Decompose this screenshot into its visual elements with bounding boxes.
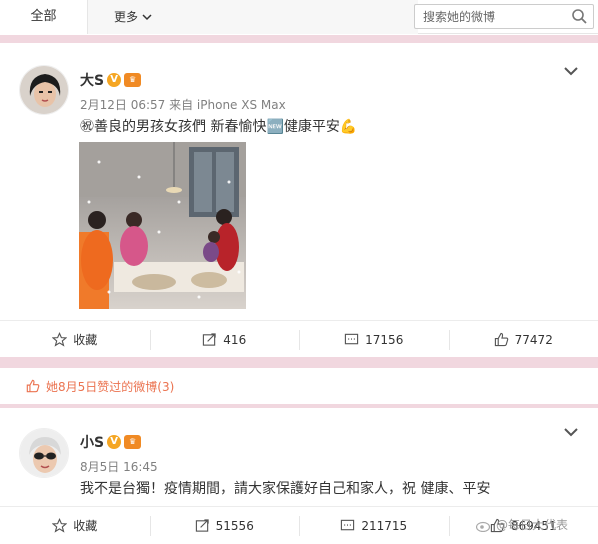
thumbs-up-icon — [494, 332, 509, 347]
post-meta: 8月5日 16:45 — [80, 458, 158, 475]
search-box — [414, 4, 594, 29]
star-icon — [52, 332, 67, 347]
author-name[interactable]: 小S — [80, 432, 104, 452]
weibo-post: 大S V ♛ 2月12日 06:57 来自 iPhone XS Max ㊗善良的… — [0, 43, 598, 357]
comment-button[interactable]: 17156 — [299, 321, 449, 358]
like-button[interactable]: 77472 — [449, 321, 598, 358]
chevron-down-icon — [142, 13, 152, 21]
tab-more[interactable]: 更多 — [114, 0, 152, 34]
repost-count: 416 — [223, 333, 246, 347]
author-name[interactable]: 大S — [80, 70, 104, 90]
author-name-row: 小S V ♛ — [80, 432, 141, 452]
comment-button[interactable]: 211715 — [299, 507, 449, 544]
post-actions: 收藏 416 17156 77472 — [0, 320, 598, 358]
liked-posts-header[interactable]: 她8月5日赞过的微博(3) — [0, 368, 598, 404]
favorite-button[interactable]: 收藏 — [0, 321, 150, 358]
avatar[interactable] — [19, 65, 69, 115]
watermark-text: @每日大代表 — [496, 516, 568, 533]
favorite-button[interactable]: 收藏 — [0, 507, 150, 544]
vip-crown-icon[interactable]: ♛ — [124, 435, 141, 449]
separator — [0, 35, 598, 43]
tab-more-label: 更多 — [114, 0, 138, 34]
separator — [0, 357, 598, 368]
author-name-row: 大S V ♛ — [80, 70, 141, 90]
repost-icon — [202, 332, 217, 347]
post-photo[interactable] — [79, 142, 246, 309]
star-icon — [52, 518, 67, 533]
tab-bar-background: 更多 — [88, 0, 418, 34]
verified-badge-icon[interactable]: V — [107, 73, 121, 87]
post-meta: 2月12日 06:57 来自 iPhone XS Max — [80, 96, 286, 113]
post-text: ㊗善良的男孩女孩們 新春愉快🆕健康平安💪 — [80, 116, 357, 136]
repost-button[interactable]: 51556 — [150, 507, 300, 544]
repost-count: 51556 — [216, 519, 254, 533]
repost-button[interactable]: 416 — [150, 321, 300, 358]
comment-count: 17156 — [365, 333, 403, 347]
watermark: @每日大代表 — [476, 516, 568, 533]
search-icon[interactable] — [571, 8, 588, 25]
comment-icon — [344, 332, 359, 347]
chevron-down-icon[interactable] — [563, 65, 579, 77]
comment-count: 211715 — [361, 519, 407, 533]
avatar[interactable] — [19, 428, 69, 478]
tab-all[interactable]: 全部 — [0, 0, 88, 34]
post-text: 我不是台獨！疫情期間，請大家保護好自己和家人，祝 健康、平安 — [80, 478, 490, 498]
weibo-logo-icon — [476, 518, 492, 532]
favorite-label: 收藏 — [73, 331, 97, 348]
vip-crown-icon[interactable]: ♛ — [124, 73, 141, 87]
favorite-label: 收藏 — [73, 517, 97, 534]
profile-tab-bar: 全部 更多 — [0, 0, 598, 34]
repost-icon — [195, 518, 210, 533]
comment-icon — [340, 518, 355, 533]
chevron-down-icon[interactable] — [563, 426, 579, 438]
like-count: 77472 — [515, 333, 553, 347]
search-input[interactable] — [415, 5, 555, 28]
thumbs-up-icon — [26, 379, 40, 393]
liked-posts-label: 她8月5日赞过的微博(3) — [46, 378, 174, 395]
verified-badge-icon[interactable]: V — [107, 435, 121, 449]
